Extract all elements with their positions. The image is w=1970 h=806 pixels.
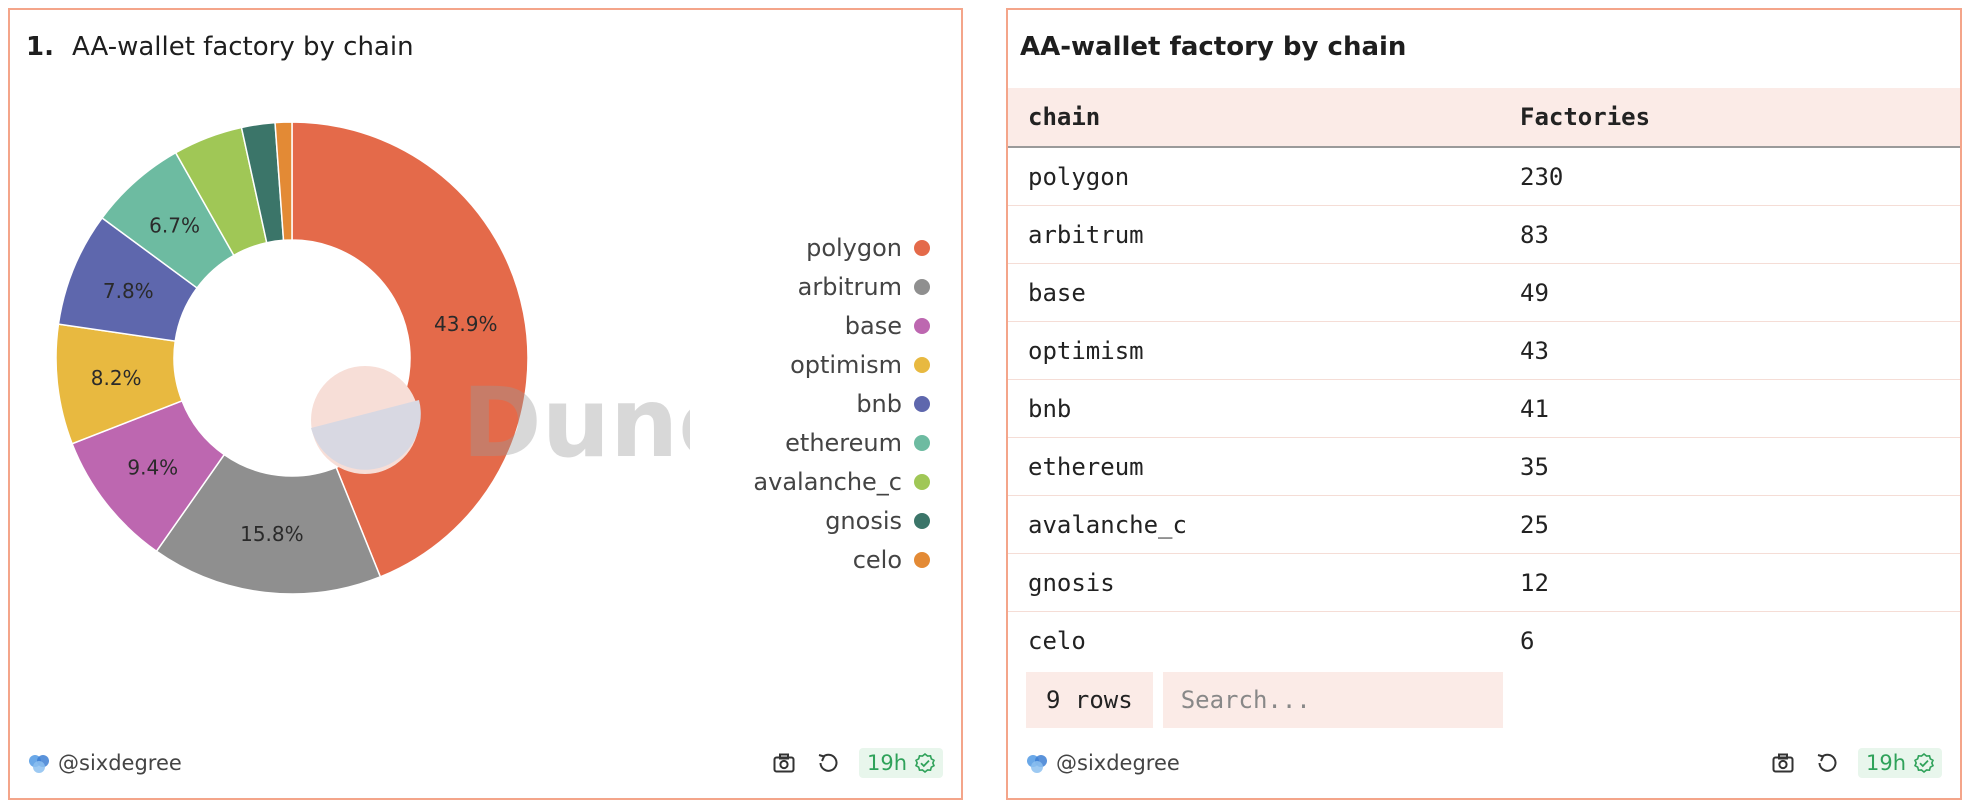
legend-swatch xyxy=(914,434,930,451)
chart-title: 1. AA-wallet factory by chain xyxy=(26,32,414,62)
cell-factories: 41 xyxy=(1520,394,1549,423)
results-table[interactable]: chain Factories polygon 230 arbitrum 83 base… xyxy=(1008,88,1960,650)
age-text: 19h xyxy=(1865,751,1906,775)
age-badge: 19h xyxy=(858,748,943,778)
chart-legend: polygon arbitrum base optimism bnb ethereum av… xyxy=(690,228,930,579)
refresh-icon[interactable] xyxy=(1814,750,1840,776)
watermark-text: Dune xyxy=(462,367,690,479)
user-logo-icon xyxy=(29,755,49,773)
chart-panel: 1. AA-wallet factory by chain 43.9% 15.8% 9… xyxy=(8,8,963,800)
panel-footer: @sixdegree 19h xyxy=(28,746,943,780)
slice-label: 43.9% xyxy=(434,312,498,336)
chart-number: 1. xyxy=(26,32,54,62)
cell-chain: avalanche_c xyxy=(1028,510,1187,539)
camera-icon[interactable] xyxy=(771,750,797,776)
table-body: polygon 230 arbitrum 83 base 49 optimism 43 bnb 4… xyxy=(1008,148,1960,650)
legend-swatch xyxy=(914,551,930,568)
cell-factories: 25 xyxy=(1520,510,1549,539)
legend-swatch xyxy=(914,395,930,412)
cell-factories: 43 xyxy=(1520,336,1549,365)
legend-item[interactable]: celo xyxy=(690,540,930,579)
cell-chain: celo xyxy=(1028,626,1086,651)
donut-chart: 43.9% 15.8% 9.4% 8.2% 7.8% 6.7% Dune xyxy=(55,121,690,595)
cell-chain: arbitrum xyxy=(1028,220,1144,249)
panel-footer: @sixdegree 19h xyxy=(1026,746,1942,780)
table-row[interactable]: gnosis 12 xyxy=(1008,554,1960,612)
legend-swatch xyxy=(914,473,930,490)
camera-icon[interactable] xyxy=(1770,750,1796,776)
slice-label: 15.8% xyxy=(240,522,304,546)
table-row[interactable]: arbitrum 83 xyxy=(1008,206,1960,264)
age-badge: 19h xyxy=(1857,748,1942,778)
age-text: 19h xyxy=(866,751,907,775)
table-controls: 9 rows xyxy=(1026,672,1503,728)
legend-label: arbitrum xyxy=(797,272,902,301)
legend-label: bnb xyxy=(856,389,902,418)
slice-label: 6.7% xyxy=(149,214,200,238)
legend-swatch xyxy=(914,512,930,529)
table-row[interactable]: optimism 43 xyxy=(1008,322,1960,380)
legend-item[interactable]: bnb xyxy=(690,384,930,423)
cell-factories: 12 xyxy=(1520,568,1549,597)
legend-item[interactable]: ethereum xyxy=(690,423,930,462)
legend-swatch xyxy=(914,356,930,373)
legend-swatch xyxy=(914,278,930,295)
cell-chain: gnosis xyxy=(1028,568,1115,597)
table-panel: AA-wallet factory by chain chain Factori… xyxy=(1006,8,1962,800)
legend-item[interactable]: arbitrum xyxy=(690,267,930,306)
search-input[interactable] xyxy=(1162,672,1503,728)
legend-label: gnosis xyxy=(825,506,902,535)
table-row[interactable]: base 49 xyxy=(1008,264,1960,322)
cell-chain: optimism xyxy=(1028,336,1144,365)
watermark-logo: Dune xyxy=(311,366,690,479)
slice-label: 8.2% xyxy=(91,366,142,390)
user-logo-icon xyxy=(1027,755,1047,773)
column-header-factories[interactable]: Factories xyxy=(1520,103,1650,131)
cell-chain: bnb xyxy=(1028,394,1072,423)
table-row[interactable]: polygon 230 xyxy=(1008,148,1960,206)
cell-factories: 35 xyxy=(1520,452,1549,481)
rows-count: 9 rows xyxy=(1026,672,1153,728)
legend-label: base xyxy=(844,311,902,340)
table-row[interactable]: bnb 41 xyxy=(1008,380,1960,438)
legend-item[interactable]: avalanche_c xyxy=(690,462,930,501)
cell-chain: ethereum xyxy=(1028,452,1144,481)
slice-label: 9.4% xyxy=(127,455,178,479)
legend-item[interactable]: base xyxy=(690,306,930,345)
legend-label: ethereum xyxy=(785,428,902,457)
cell-chain: polygon xyxy=(1028,162,1130,191)
cell-factories: 83 xyxy=(1520,220,1549,249)
legend-swatch xyxy=(914,239,930,256)
legend-label: avalanche_c xyxy=(753,467,902,496)
column-header-chain[interactable]: chain xyxy=(1008,103,1520,131)
slice-label: 7.8% xyxy=(103,279,154,303)
table-row[interactable]: avalanche_c 25 xyxy=(1008,496,1960,554)
author-name: @sixdegree xyxy=(58,751,182,775)
legend-label: celo xyxy=(852,545,902,574)
author[interactable]: @sixdegree xyxy=(1026,751,1180,775)
author[interactable]: @sixdegree xyxy=(28,751,182,775)
author-name: @sixdegree xyxy=(1056,751,1180,775)
cell-factories: 230 xyxy=(1520,162,1564,191)
table-title: AA-wallet factory by chain xyxy=(1020,32,1407,62)
legend-swatch xyxy=(914,317,930,334)
check-circle-icon xyxy=(915,753,935,773)
legend-item[interactable]: gnosis xyxy=(690,501,930,540)
cell-chain: base xyxy=(1028,278,1086,307)
cell-factories: 49 xyxy=(1520,278,1549,307)
table-row[interactable]: ethereum 35 xyxy=(1008,438,1960,496)
refresh-icon[interactable] xyxy=(815,750,841,776)
legend-item[interactable]: polygon xyxy=(690,228,930,267)
check-circle-icon xyxy=(1914,753,1934,773)
legend-item[interactable]: optimism xyxy=(690,345,930,384)
legend-label: polygon xyxy=(806,233,902,262)
table-header: chain Factories xyxy=(1008,88,1960,148)
chart-title-text: AA-wallet factory by chain xyxy=(71,32,414,62)
table-row[interactable]: celo 6 xyxy=(1008,612,1960,651)
legend-label: optimism xyxy=(790,350,902,379)
cell-factories: 6 xyxy=(1520,626,1535,651)
